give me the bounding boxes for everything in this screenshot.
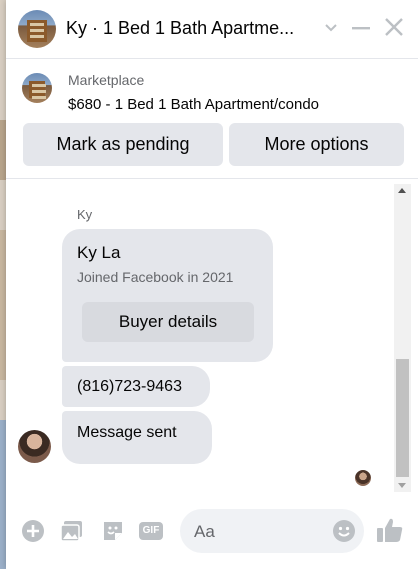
listing-title[interactable]: $680 - 1 Bed 1 Bath Apartment/condo xyxy=(68,96,319,113)
message-list: Ky Ky La Joined Facebook in 2021 Buyer d… xyxy=(6,180,418,495)
chat-window: Ky · 1 Bed 1 Bath Apartme... Marketplace… xyxy=(6,0,418,569)
emoji-icon[interactable] xyxy=(332,519,356,543)
sticker-icon[interactable] xyxy=(101,519,125,543)
scroll-down-arrow[interactable] xyxy=(394,478,411,492)
buyer-details-button[interactable]: Buyer details xyxy=(82,302,254,342)
message-bubble[interactable]: Message sent xyxy=(62,411,212,464)
buyer-profile-card: Ky La Joined Facebook in 2021 Buyer deta… xyxy=(62,229,273,362)
marketplace-listing-card: Marketplace $680 - 1 Bed 1 Bath Apartmen… xyxy=(6,58,418,179)
chevron-down-icon[interactable] xyxy=(318,14,344,42)
message-bubble[interactable]: (816)723-9463 xyxy=(62,366,210,407)
message-composer: GIF xyxy=(6,497,418,569)
more-options-button[interactable]: More options xyxy=(229,123,404,166)
scroll-thumb[interactable] xyxy=(396,359,409,477)
message-input[interactable] xyxy=(192,519,326,545)
sender-name: Ky xyxy=(77,207,93,222)
plus-circle-icon[interactable] xyxy=(21,519,45,543)
message-input-box[interactable] xyxy=(180,509,364,553)
listing-thumbnail[interactable] xyxy=(22,73,52,103)
message-scrollbar[interactable] xyxy=(394,184,411,492)
minimize-icon[interactable] xyxy=(348,14,374,42)
mark-as-pending-button[interactable]: Mark as pending xyxy=(23,123,223,166)
chat-header: Ky · 1 Bed 1 Bath Apartme... xyxy=(6,0,418,59)
listing-avatar[interactable] xyxy=(18,10,56,48)
buyer-joined-date: Joined Facebook in 2021 xyxy=(77,269,234,285)
close-icon[interactable] xyxy=(381,14,407,42)
buyer-name: Ky La xyxy=(77,243,121,262)
scroll-up-arrow[interactable] xyxy=(394,184,411,198)
seen-receipt-avatar xyxy=(355,470,371,486)
photo-icon[interactable] xyxy=(60,519,84,543)
sender-avatar[interactable] xyxy=(18,430,51,463)
thumbs-up-icon[interactable] xyxy=(376,516,404,544)
marketplace-label: Marketplace xyxy=(68,72,145,88)
gif-icon[interactable]: GIF xyxy=(139,519,163,543)
chat-title[interactable]: Ky · 1 Bed 1 Bath Apartme... xyxy=(66,18,298,39)
gif-label: GIF xyxy=(142,525,160,536)
